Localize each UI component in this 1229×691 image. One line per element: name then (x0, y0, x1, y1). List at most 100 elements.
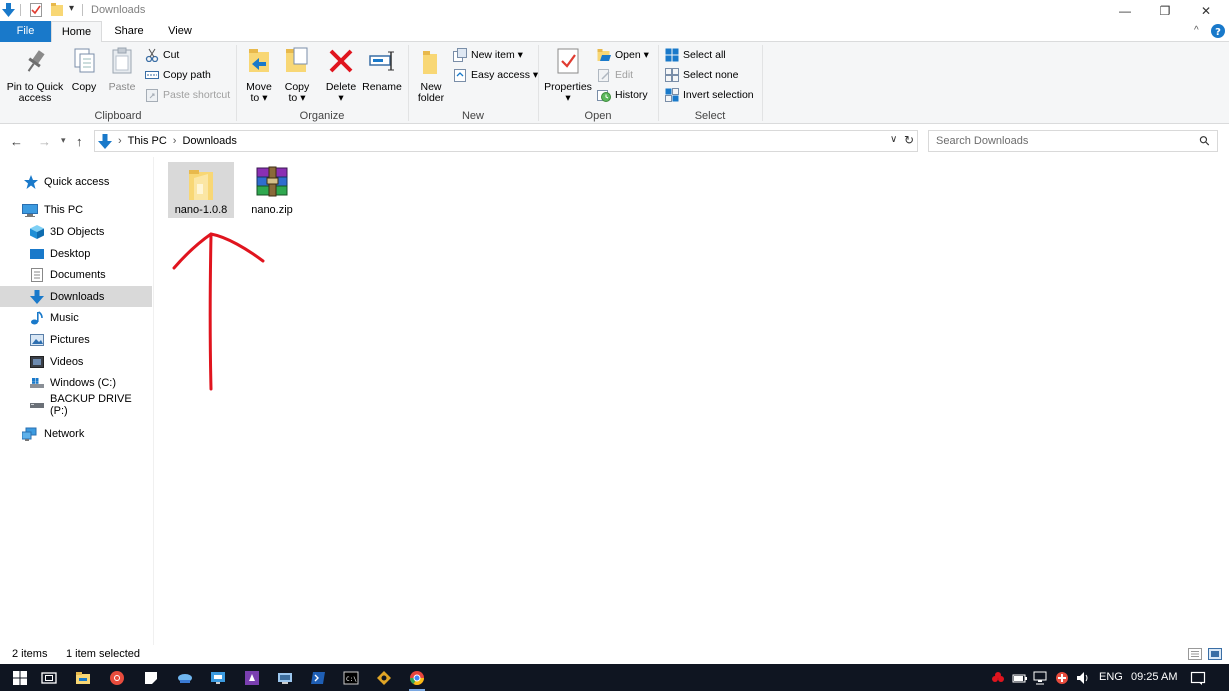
new-item-button[interactable]: New item ▾ (453, 46, 523, 64)
select-all-icon (665, 48, 679, 62)
nav-item-3d-objects[interactable]: 3D Objects (0, 221, 152, 242)
copy-to-icon (286, 47, 308, 72)
nav-item-network[interactable]: Network (0, 423, 152, 444)
tab-share[interactable]: Share (104, 21, 154, 42)
cube-icon (30, 224, 44, 239)
breadcrumb-this-pc[interactable]: This PC (128, 135, 167, 147)
help-icon[interactable]: ? (1211, 24, 1225, 38)
copy-button[interactable]: Copy (68, 46, 100, 93)
nav-item-backup-drive[interactable]: BACKUP DRIVE (P:) (0, 393, 152, 417)
title-separator (82, 4, 83, 16)
copy-to-button[interactable]: Copy to ▾ (280, 46, 314, 104)
select-all-label: Select all (683, 49, 726, 61)
minimize-button[interactable]: — (1105, 0, 1145, 21)
notifications-icon[interactable] (1190, 670, 1206, 686)
volume-tray-icon[interactable] (1075, 670, 1091, 686)
search-input[interactable]: Search Downloads (936, 135, 1028, 147)
notes-taskbar-icon[interactable] (143, 670, 159, 686)
delete-button[interactable]: Delete ▾ (322, 46, 360, 104)
tab-view[interactable]: View (155, 21, 205, 42)
copy-path-button[interactable]: Copy path (145, 66, 211, 84)
file-explorer-taskbar-icon[interactable] (75, 670, 91, 686)
new-folder-quick-icon[interactable] (51, 3, 64, 17)
properties-dropdown-arrow[interactable]: ▾ (542, 93, 594, 104)
tab-home[interactable]: Home (51, 21, 102, 43)
up-button[interactable]: ↑ (76, 134, 83, 149)
rename-label: Rename (362, 81, 402, 93)
battery-tray-icon[interactable] (1012, 670, 1028, 686)
nav-item-desktop[interactable]: Desktop (0, 243, 152, 264)
select-all-button[interactable]: Select all (665, 46, 726, 64)
navigation-pane: Quick access This PC 3D Objects Desktop … (0, 157, 154, 645)
command-prompt-taskbar-icon[interactable]: C:\ (343, 670, 359, 686)
customize-toolbar-icon[interactable]: ▾ (69, 3, 74, 14)
language-indicator[interactable]: ENG (1099, 671, 1123, 683)
select-none-button[interactable]: Select none (665, 66, 738, 84)
breadcrumb-separator[interactable]: › (173, 135, 177, 147)
nav-item-label: Quick access (44, 175, 110, 188)
remote-desktop-taskbar-icon[interactable] (210, 670, 226, 686)
paste-shortcut-button[interactable]: Paste shortcut (145, 86, 230, 104)
network-monitor-taskbar-icon[interactable] (277, 670, 293, 686)
rename-button[interactable]: Rename (361, 46, 403, 93)
invert-selection-button[interactable]: Invert selection (665, 86, 754, 104)
nav-item-this-pc[interactable]: This PC (0, 199, 152, 220)
move-to-button[interactable]: Move to ▾ (241, 46, 277, 104)
cloud-tool-taskbar-icon[interactable] (177, 670, 193, 686)
delete-dropdown-arrow[interactable]: ▾ (322, 93, 360, 104)
details-view-icon[interactable] (1188, 648, 1202, 660)
paste-button[interactable]: Paste (104, 46, 140, 93)
nav-item-label: Downloads (50, 290, 105, 303)
edit-button[interactable]: Edit (597, 66, 633, 84)
maximize-button[interactable]: ❐ (1145, 0, 1185, 21)
security-tray-icon[interactable] (990, 670, 1006, 686)
download-arrow-icon[interactable] (2, 3, 15, 17)
pin-to-quick-access-button[interactable]: Pin to Quick access (4, 46, 66, 104)
git-tool-taskbar-icon[interactable] (376, 670, 392, 686)
back-button[interactable]: ← (10, 134, 23, 149)
large-icons-view-icon[interactable] (1208, 648, 1222, 660)
search-box[interactable]: Search Downloads ⚲ (928, 130, 1218, 152)
clock[interactable]: 09:25 AM (1131, 671, 1177, 683)
task-view-icon[interactable] (41, 670, 57, 686)
chrome-red-taskbar-icon[interactable] (109, 670, 125, 686)
windows-start-icon[interactable] (12, 670, 28, 686)
nav-item-quick-access[interactable]: Quick access (0, 171, 152, 192)
refresh-button[interactable]: ↻ (904, 133, 914, 147)
chrome-taskbar-icon[interactable] (409, 670, 425, 686)
title-bar: ▾ Downloads — ❐ ✕ (0, 0, 1229, 21)
open-button[interactable]: Open ▾ (597, 46, 649, 64)
nav-item-windows-c[interactable]: Windows (C:) (0, 372, 152, 393)
breadcrumb-downloads[interactable]: Downloads (182, 135, 236, 147)
easy-access-button[interactable]: Easy access ▾ (453, 66, 538, 84)
nav-item-music[interactable]: Music (0, 307, 152, 328)
properties-button[interactable]: Properties ▾ (542, 46, 594, 104)
open-group-label: Open (584, 110, 612, 122)
address-bar[interactable]: › This PC › Downloads (94, 130, 918, 152)
shield-tray-icon[interactable] (1054, 670, 1070, 686)
forward-button[interactable]: → (38, 134, 51, 149)
tab-file[interactable]: File (0, 21, 51, 42)
selection-count: 1 item selected (66, 648, 140, 660)
powershell-taskbar-icon[interactable] (310, 670, 326, 686)
history-button[interactable]: History (597, 86, 648, 104)
media-app-taskbar-icon[interactable] (244, 670, 260, 686)
nav-item-pictures[interactable]: Pictures (0, 329, 152, 350)
nav-item-label: Videos (50, 355, 84, 368)
network-tray-icon[interactable] (1033, 670, 1049, 686)
recent-locations-button[interactable]: ▾ (61, 135, 66, 146)
file-list-view[interactable]: nano-1.0.8 nano.zip (155, 157, 1229, 645)
collapse-ribbon-icon[interactable]: ^ (1194, 25, 1199, 36)
cut-button[interactable]: Cut (145, 46, 179, 64)
nav-item-label: This PC (44, 203, 84, 216)
search-icon[interactable]: ⚲ (1196, 132, 1214, 150)
new-item-label: New item ▾ (471, 49, 523, 61)
address-dropdown-button[interactable]: ∨ (890, 134, 897, 145)
new-folder-button[interactable]: New folder (413, 46, 449, 104)
nav-item-videos[interactable]: Videos (0, 351, 152, 372)
nav-item-documents[interactable]: Documents (0, 264, 152, 285)
properties-quick-icon[interactable] (30, 3, 43, 17)
nav-item-downloads[interactable]: Downloads (0, 286, 152, 307)
breadcrumb-separator[interactable]: › (118, 135, 122, 147)
close-button[interactable]: ✕ (1186, 0, 1226, 21)
